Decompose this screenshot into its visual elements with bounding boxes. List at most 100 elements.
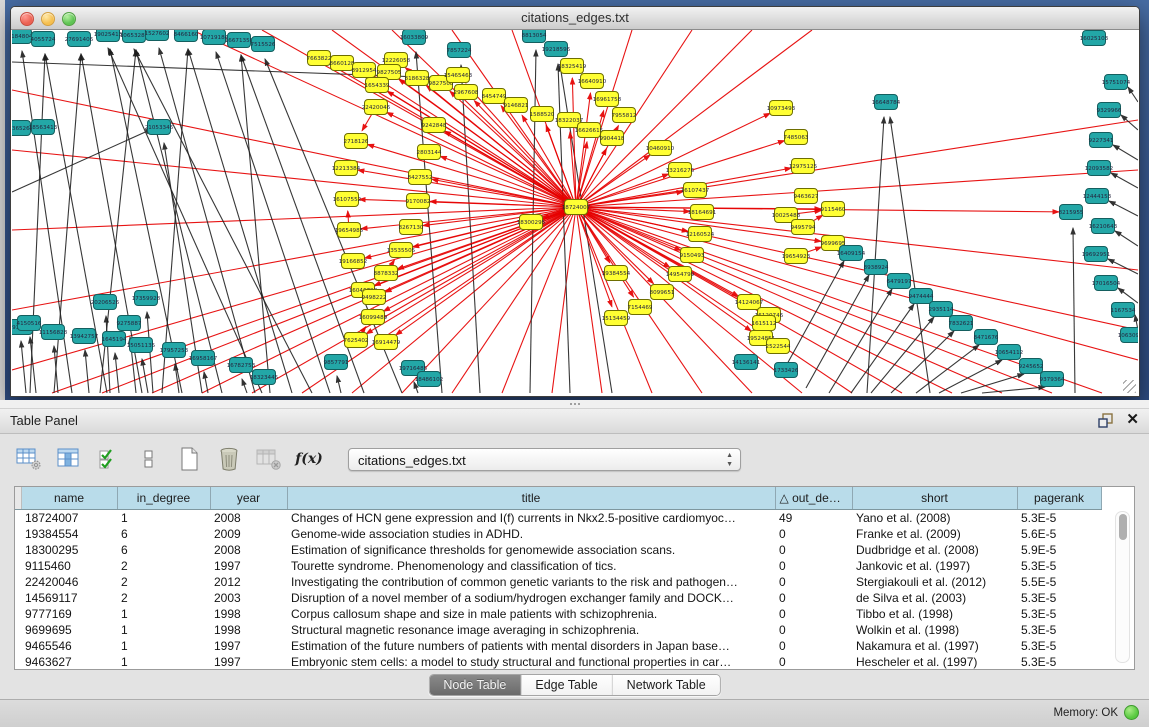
table-cell[interactable]: 1997 <box>210 638 287 654</box>
memory-status[interactable]: Memory: OK <box>1053 705 1139 720</box>
graph-node[interactable]: 12160524 <box>686 227 715 242</box>
table-cell[interactable]: 1 <box>117 510 210 527</box>
table-cell[interactable]: 1997 <box>210 654 287 670</box>
graph-node[interactable]: 12975125 <box>789 159 818 174</box>
table-cell[interactable]: 0 <box>775 590 852 606</box>
table-row[interactable]: 911546021997Tourette syndrome. Phenomeno… <box>15 558 1134 574</box>
column-header-out_de[interactable]: △ out_de… <box>775 487 852 510</box>
graph-node[interactable]: 7154469 <box>628 300 653 315</box>
column-header-title[interactable]: title <box>287 487 775 510</box>
column-header-pagerank[interactable]: pagerank <box>1017 487 1101 510</box>
table-cell[interactable]: Changes of HCN gene expression and I(f) … <box>287 510 775 527</box>
close-panel-icon[interactable]: ✕ <box>1126 412 1139 428</box>
graph-node[interactable]: 9857791 <box>324 355 349 370</box>
graph-node[interactable]: 1588520 <box>530 107 555 122</box>
graph-node[interactable]: 8186328 <box>405 71 430 86</box>
table-row[interactable]: 969969511998Structural magnetic resonanc… <box>15 622 1134 638</box>
table-cell[interactable]: 5.3E-5 <box>1017 590 1101 606</box>
tab-network-table[interactable]: Network Table <box>613 675 720 695</box>
graph-node[interactable]: 19218596 <box>542 42 571 57</box>
graph-node[interactable]: 9474444 <box>909 289 934 304</box>
table-cell[interactable]: 1 <box>117 654 210 670</box>
table-cell[interactable]: 1 <box>117 606 210 622</box>
table-cell[interactable]: 2 <box>117 558 210 574</box>
tab-node-table[interactable]: Node Table <box>429 675 521 695</box>
graph-node[interactable]: 1654339 <box>365 78 390 93</box>
graph-node[interactable]: 10460910 <box>646 141 675 156</box>
table-cell[interactable]: 18724007 <box>21 510 117 527</box>
graph-node[interactable]: 6479197 <box>887 274 912 289</box>
graph-node[interactable]: 16025103 <box>1080 31 1109 46</box>
table-cell[interactable]: Disruption of a novel member of a sodium… <box>287 590 775 606</box>
table-cell[interactable]: 0 <box>775 526 852 542</box>
graph-node[interactable]: 16648784 <box>872 95 901 110</box>
graph-node[interactable]: 20206526 <box>91 295 120 310</box>
graph-node[interactable]: 8878332 <box>374 266 399 281</box>
table-cell[interactable]: Dudbridge et al. (2008) <box>852 542 1017 558</box>
table-cell[interactable]: 1 <box>117 622 210 638</box>
table-cell[interactable]: 0 <box>775 638 852 654</box>
graph-node[interactable]: 8471676 <box>974 330 999 345</box>
graph-node[interactable]: 10630908 <box>1118 328 1138 343</box>
table-cell[interactable]: 2008 <box>210 542 287 558</box>
graph-node[interactable]: 9242848 <box>422 118 447 133</box>
table-cell[interactable]: 2003 <box>210 590 287 606</box>
graph-node[interactable]: 9329966 <box>1097 103 1122 118</box>
graph-node[interactable]: 16107437 <box>681 183 710 198</box>
table-cell[interactable]: 5.9E-5 <box>1017 542 1101 558</box>
table-cell[interactable]: 5.3E-5 <box>1017 622 1101 638</box>
table-cell[interactable]: 9777169 <box>21 606 117 622</box>
graph-node[interactable]: 19654923 <box>782 249 811 264</box>
graph-node[interactable]: 27691406 <box>65 32 94 47</box>
function-builder-button[interactable]: f(x) <box>294 445 324 473</box>
table-row[interactable]: 946554611997Estimation of the future num… <box>15 638 1134 654</box>
table-cell[interactable]: de Silva et al. (2003) <box>852 590 1017 606</box>
graph-node[interactable]: 16033809 <box>400 30 429 45</box>
column-header-year[interactable]: year <box>210 487 287 510</box>
graph-node[interactable]: 9463627 <box>794 189 819 204</box>
column-header-name[interactable]: name <box>21 487 117 510</box>
graph-node[interactable]: 18164691 <box>688 205 717 220</box>
table-cell[interactable]: Genome-wide association studies in ADHD. <box>287 526 775 542</box>
graph-node[interactable]: 8215955 <box>1059 205 1084 220</box>
graph-node[interactable]: 17957253 <box>160 343 189 358</box>
graph-node[interactable]: 7485063 <box>784 130 809 145</box>
table-cell[interactable]: 2008 <box>210 510 287 527</box>
graph-node[interactable]: 7857224 <box>447 43 472 58</box>
table-row[interactable]: 1830029562008Estimation of significance … <box>15 542 1134 558</box>
table-row[interactable]: 1872400712008Changes of HCN gene express… <box>15 510 1134 527</box>
network-window-titlebar[interactable]: citations_edges.txt <box>11 7 1139 30</box>
graph-node[interactable]: 22420046 <box>362 100 391 115</box>
graph-node[interactable]: 7832621 <box>949 316 974 331</box>
graph-node[interactable]: 10973493 <box>767 101 796 116</box>
table-cell[interactable]: 14569117 <box>21 590 117 606</box>
table-source-select[interactable]: citations_edges.txt ▲▼ <box>348 448 741 471</box>
table-cell[interactable]: 9115460 <box>21 558 117 574</box>
table-cell[interactable]: Nakamura et al. (1997) <box>852 638 1017 654</box>
graph-node[interactable]: 8099651 <box>650 285 675 300</box>
graph-node[interactable]: 17359928 <box>132 291 161 306</box>
graph-node[interactable]: 16671358 <box>225 33 254 48</box>
graph-node[interactable]: 9150493 <box>680 248 705 263</box>
graph-node[interactable]: 9498222 <box>362 290 387 305</box>
table-cell[interactable]: 2009 <box>210 526 287 542</box>
graph-node[interactable]: 1615112 <box>752 316 777 331</box>
table-cell[interactable]: Wolkin et al. (1998) <box>852 622 1017 638</box>
table-cell[interactable]: 2 <box>117 574 210 590</box>
float-panel-icon[interactable] <box>1098 413 1114 428</box>
graph-node[interactable]: 7515526 <box>251 37 276 52</box>
table-cell[interactable]: Yano et al. (2008) <box>852 510 1017 527</box>
table-cell[interactable]: Embryonic stem cells: a model to study s… <box>287 654 775 670</box>
graph-node[interactable]: 15465463 <box>444 68 473 83</box>
table-cell[interactable]: 49 <box>775 510 852 527</box>
table-cell[interactable]: 6 <box>117 526 210 542</box>
table-cell[interactable]: 18300295 <box>21 542 117 558</box>
table-cell[interactable]: 0 <box>775 654 852 670</box>
graph-node[interactable]: 9170082 <box>406 194 431 209</box>
graph-node[interactable]: 9495794 <box>791 220 816 235</box>
graph-node[interactable]: 16961758 <box>593 92 622 107</box>
graph-node[interactable]: 19166852 <box>339 254 367 269</box>
table-cell[interactable]: 0 <box>775 574 852 590</box>
table-cell[interactable]: 5.3E-5 <box>1017 510 1101 527</box>
graph-node[interactable]: 13216276 <box>666 163 695 178</box>
